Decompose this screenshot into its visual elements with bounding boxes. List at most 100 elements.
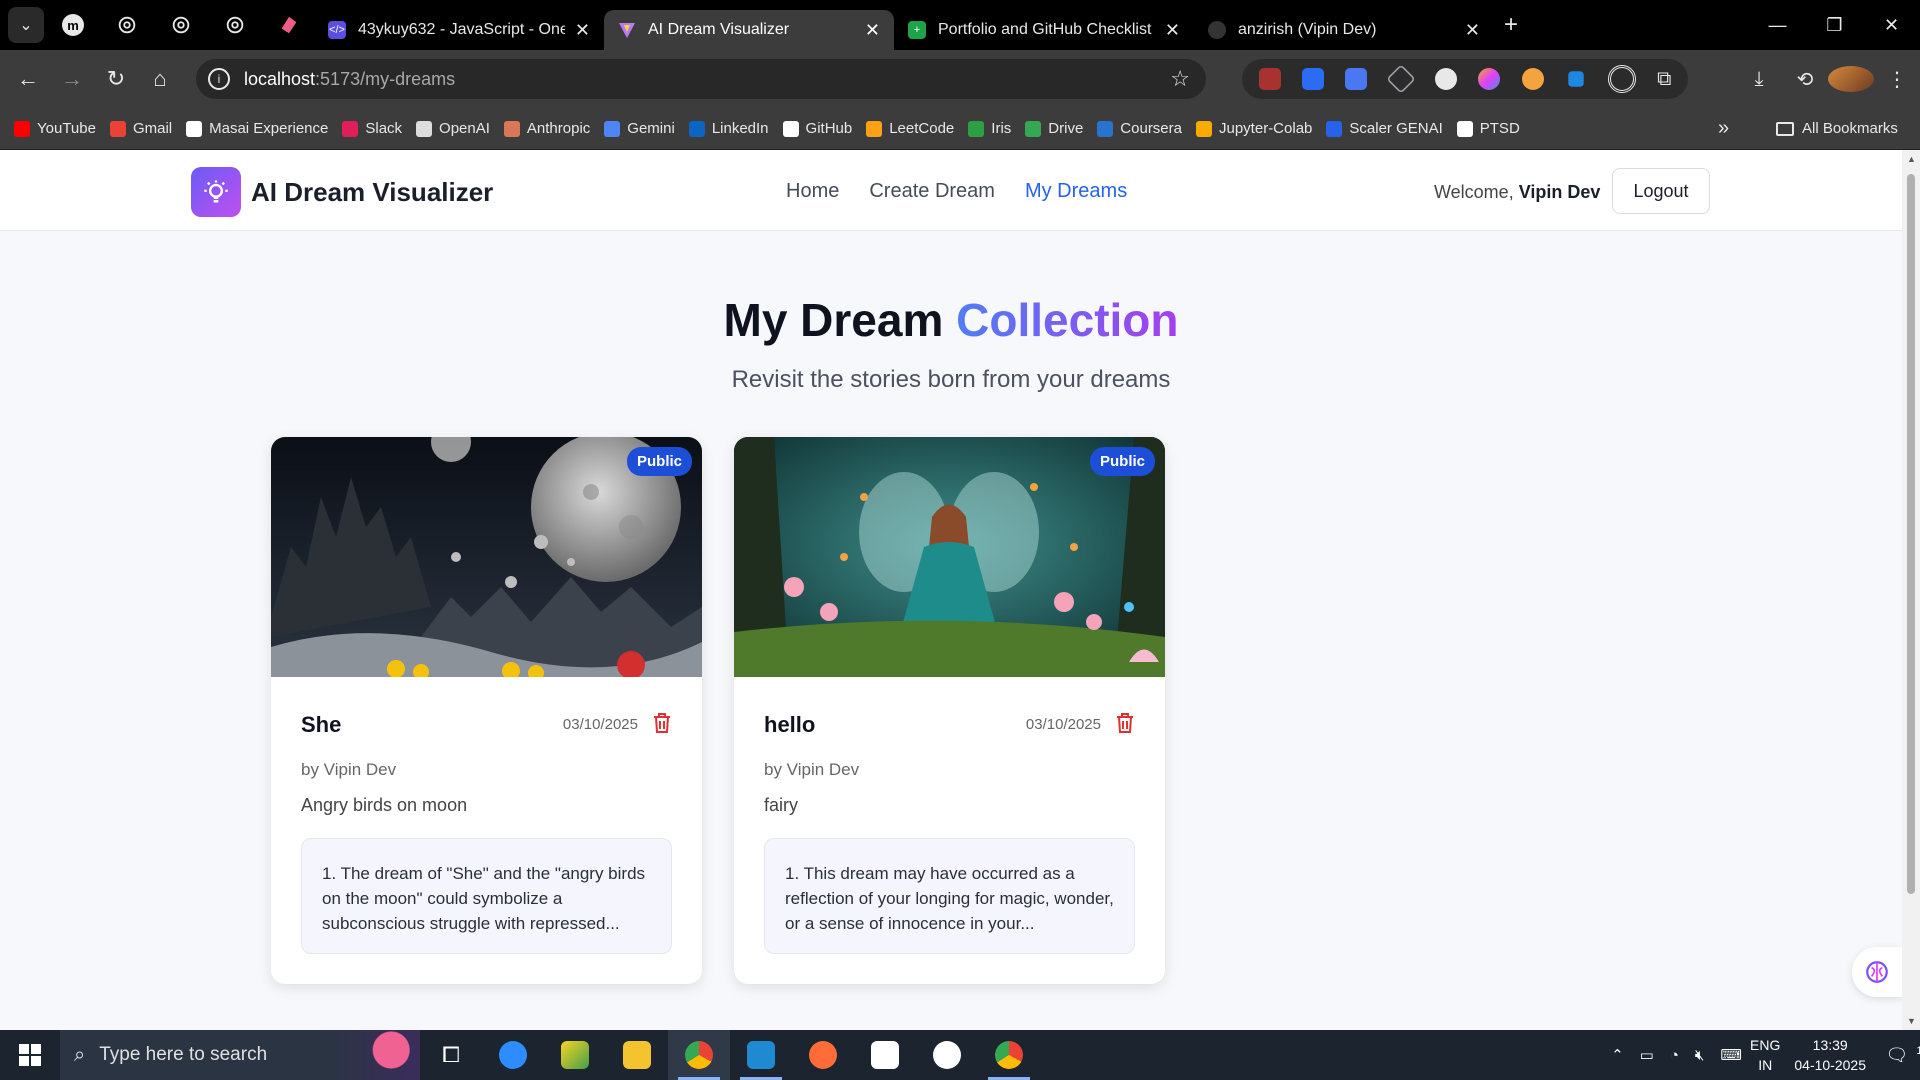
extension-icon[interactable] <box>1258 68 1281 90</box>
volume-muted-icon[interactable]: 🔇︎ <box>1695 1047 1704 1064</box>
keyboard-icon[interactable]: ⌨ <box>1720 1046 1742 1064</box>
close-icon[interactable]: ✕ <box>1465 20 1480 41</box>
bookmark-youtube[interactable]: YouTube <box>14 120 96 137</box>
bookmark-openai[interactable]: OpenAI <box>416 120 490 137</box>
bookmark-gmail[interactable]: Gmail <box>109 120 172 137</box>
logout-button[interactable]: Logout <box>1612 168 1710 214</box>
taskbar-file-explorer[interactable] <box>606 1030 668 1080</box>
close-window-icon[interactable]: ✕ <box>1863 0 1920 50</box>
taskbar-vscode[interactable] <box>730 1030 792 1080</box>
extension-icon[interactable] <box>1478 68 1501 90</box>
taskbar-search[interactable]: ⌕ Type here to search <box>60 1030 420 1080</box>
nav-home[interactable]: Home <box>786 180 839 203</box>
scrollbar-thumb[interactable] <box>1907 174 1915 894</box>
site-info-icon[interactable]: i <box>208 68 230 90</box>
bookmark-coursera[interactable]: Coursera <box>1097 120 1182 137</box>
extension-icon[interactable] <box>1344 68 1367 90</box>
dream-card[interactable]: Public hello 03/10/2025 by Vipin Dev fai… <box>734 437 1165 984</box>
minimize-icon[interactable]: — <box>1749 0 1806 50</box>
notification-center-button[interactable]: 🗨︎ 1 <box>1880 1045 1920 1066</box>
taskbar-postman[interactable] <box>792 1030 854 1080</box>
bookmarks-overflow-icon[interactable]: » <box>1718 117 1729 140</box>
browser-tab-strip: ⌄ m </> 43ykuy632 - JavaScript - OneCo ✕… <box>0 0 1920 50</box>
pinned-tab-openai-3[interactable] <box>210 8 260 42</box>
home-icon[interactable]: ⌂ <box>138 66 182 92</box>
taskbar-mongodb-compass[interactable] <box>916 1030 978 1080</box>
puzzle-extensions-icon[interactable]: ⧉ <box>1657 68 1671 91</box>
bookmark-linkedin[interactable]: LinkedIn <box>688 120 769 137</box>
history-icon[interactable]: ⟲ <box>1782 67 1828 92</box>
brain-assistant-button[interactable] <box>1852 947 1902 997</box>
dream-card[interactable]: Public She 03/10/2025 by Vipin Dev Angry… <box>271 437 702 984</box>
linkedin-icon <box>688 120 705 137</box>
dream-story-excerpt: 1. This dream may have occurred as a ref… <box>764 838 1135 954</box>
close-icon[interactable]: ✕ <box>1165 20 1180 41</box>
bookmark-drive[interactable]: Drive <box>1025 120 1083 137</box>
tab-ai-dream-visualizer[interactable]: AI Dream Visualizer ✕ <box>604 10 894 50</box>
search-placeholder: Type here to search <box>99 1044 268 1065</box>
close-icon[interactable]: ✕ <box>575 20 590 41</box>
taskbar-mongodb[interactable] <box>854 1030 916 1080</box>
bookmark-jupyter-colab[interactable]: Jupyter-Colab <box>1196 120 1312 137</box>
menu-kebab-icon[interactable]: ⋮ <box>1874 67 1920 92</box>
dream-date: 03/10/2025 <box>562 716 638 733</box>
start-button[interactable] <box>0 1044 60 1066</box>
extension-icon[interactable] <box>1568 71 1584 87</box>
scroll-down-icon[interactable]: ▼ <box>1907 1016 1916 1026</box>
page-scrollbar[interactable]: ▲ ▼ <box>1902 150 1920 1030</box>
vite-icon <box>619 23 635 38</box>
gmail-icon <box>109 120 126 137</box>
download-icon[interactable]: ⤓ <box>1736 68 1782 91</box>
taskbar-app[interactable] <box>544 1030 606 1080</box>
nav-my-dreams[interactable]: My Dreams <box>1025 180 1127 203</box>
language-indicator[interactable]: ENG IN <box>1750 1035 1780 1075</box>
extension-icon[interactable] <box>1386 64 1416 94</box>
new-tab-button[interactable]: + <box>1504 11 1518 39</box>
bookmark-star-icon[interactable]: ☆ <box>1170 66 1190 92</box>
extension-icon[interactable] <box>1301 68 1324 90</box>
clock[interactable]: 13:39 04-10-2025 <box>1794 1035 1866 1075</box>
trash-icon[interactable] <box>652 712 672 734</box>
extension-icon[interactable] <box>1607 65 1636 93</box>
bookmark-gemini[interactable]: Gemini <box>604 120 675 137</box>
bookmark-leetcode[interactable]: LeetCode <box>866 120 954 137</box>
bookmark-ptsd[interactable]: PTSD <box>1456 120 1520 137</box>
address-bar[interactable]: i localhost:5173/my-dreams ☆ <box>196 59 1206 99</box>
dream-title: She <box>301 712 342 737</box>
taskbar-chrome[interactable] <box>668 1030 730 1080</box>
close-icon[interactable]: ✕ <box>865 20 880 41</box>
restore-icon[interactable]: ❐ <box>1806 0 1863 50</box>
taskbar-zoom[interactable] <box>482 1030 544 1080</box>
pinned-tab-app[interactable] <box>264 8 314 42</box>
all-bookmarks-button[interactable]: All Bookmarks <box>1776 120 1898 137</box>
task-view-button[interactable]: ⧠ <box>420 1030 482 1080</box>
bookmark-masai-experience[interactable]: Masai Experience <box>186 120 328 137</box>
bookmark-iris[interactable]: Iris <box>968 120 1011 137</box>
back-icon[interactable]: ← <box>6 66 50 92</box>
pinned-tab-openai-2[interactable] <box>156 8 206 42</box>
bookmark-scaler-genai[interactable]: Scaler GENAI <box>1326 120 1443 137</box>
bookmark-anthropic[interactable]: Anthropic <box>503 120 590 137</box>
bookmark-github[interactable]: GitHub <box>782 120 852 137</box>
wifi-icon[interactable]: ◔ <box>1670 1047 1679 1064</box>
pinned-tab-masai[interactable]: m <box>48 8 98 42</box>
nav-create-dream[interactable]: Create Dream <box>869 180 995 203</box>
brand[interactable]: AI Dream Visualizer <box>191 167 493 217</box>
taskbar-chrome-2[interactable] <box>978 1030 1040 1080</box>
chevron-up-icon[interactable]: ⌃ <box>1611 1046 1624 1064</box>
pinned-tab-openai-1[interactable] <box>102 8 152 42</box>
tab-onecompiler[interactable]: </> 43ykuy632 - JavaScript - OneCo ✕ <box>314 10 604 50</box>
trash-icon[interactable] <box>1115 712 1135 734</box>
windows-icon <box>19 1044 41 1066</box>
bookmark-slack[interactable]: Slack <box>342 120 402 137</box>
profile-avatar[interactable] <box>1828 66 1874 92</box>
reload-icon[interactable]: ↻ <box>94 66 138 92</box>
tab-portfolio-checklist[interactable]: + Portfolio and GitHub Checklist ✕ <box>894 10 1194 50</box>
scroll-up-icon[interactable]: ▲ <box>1907 154 1916 164</box>
tab-search-button[interactable]: ⌄ <box>8 7 44 43</box>
extension-icon[interactable] <box>1435 68 1458 90</box>
forward-icon[interactable]: → <box>50 66 94 92</box>
device-icon[interactable]: ▭ <box>1640 1046 1654 1064</box>
tab-github-profile[interactable]: anzirish (Vipin Dev) ✕ <box>1194 10 1494 50</box>
extension-icon[interactable] <box>1521 68 1544 90</box>
